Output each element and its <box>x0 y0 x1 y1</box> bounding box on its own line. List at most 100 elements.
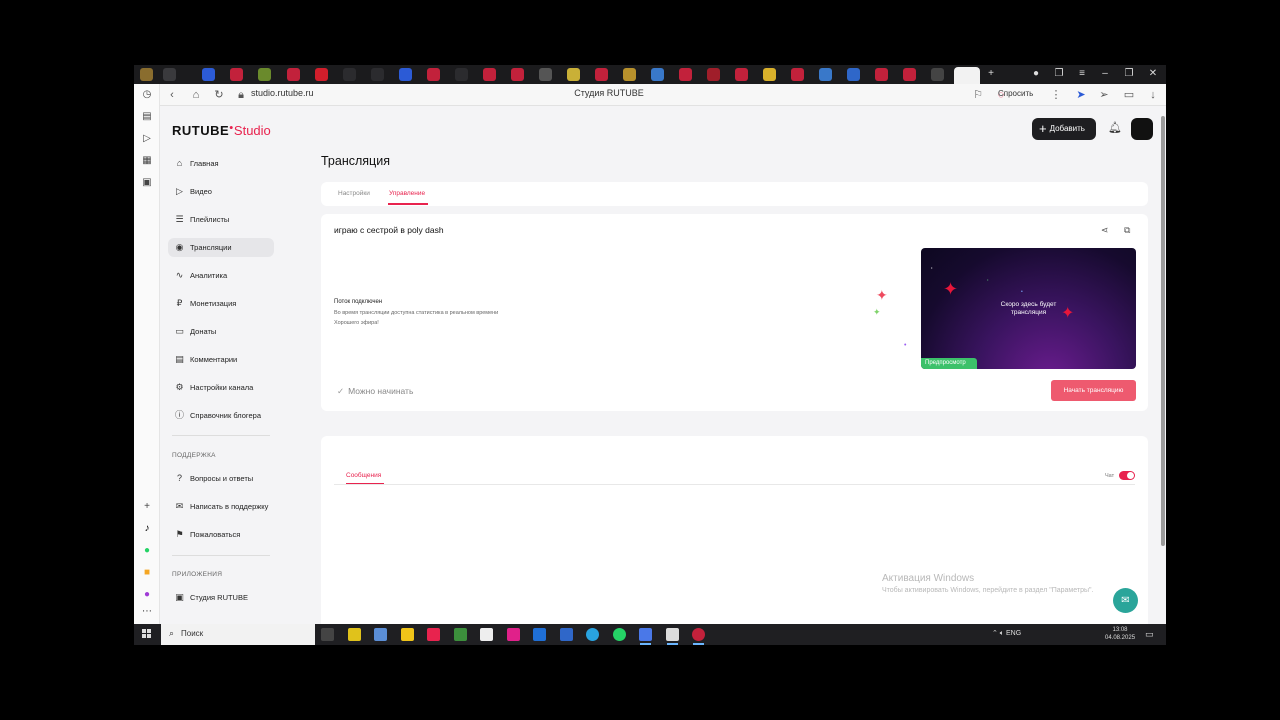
bookmark-icon[interactable]: ⚐ <box>971 88 985 102</box>
tab-favicon[interactable] <box>707 68 720 81</box>
rutube-studio-logo[interactable]: RUTUBE●Studio <box>172 123 271 138</box>
tab-favicon[interactable] <box>399 68 412 81</box>
close-icon[interactable]: ✕ <box>1146 67 1160 81</box>
tab-favicon[interactable] <box>651 68 664 81</box>
tab-favicon[interactable] <box>483 68 496 81</box>
restore-icon[interactable]: ❐ <box>1122 67 1136 81</box>
tab-favicon[interactable] <box>539 68 552 81</box>
minimize-icon[interactable]: – <box>1098 67 1112 81</box>
tabs-icon[interactable]: ❐ <box>1052 67 1066 81</box>
tab-favicon[interactable] <box>595 68 608 81</box>
tab-favicon[interactable] <box>287 68 300 81</box>
sidebar-item-comments[interactable]: ▤ Комментарии <box>168 350 274 369</box>
share-icon[interactable]: ⋖ <box>1101 225 1109 236</box>
download-icon[interactable]: ↓ <box>1146 88 1160 102</box>
tab-messages[interactable]: Сообщения <box>346 472 381 479</box>
chat-toggle[interactable] <box>1119 471 1135 480</box>
whatsapp-icon[interactable]: ● <box>141 545 153 557</box>
add-button[interactable]: + Добавить <box>1032 118 1096 140</box>
clock[interactable]: 13:08 04.08.2025 <box>1105 626 1135 642</box>
profile-icon[interactable]: ● <box>1029 67 1043 81</box>
system-tray[interactable]: ⌃ 🔈︎ ENG <box>992 629 1021 638</box>
tab-favicon[interactable] <box>258 68 271 81</box>
screen-icon[interactable]: ▣ <box>141 177 153 189</box>
tab-settings[interactable]: Настройки <box>338 190 370 197</box>
sidebar-item-video[interactable]: ▷ Видео <box>168 182 274 201</box>
start-stream-button[interactable]: Начать трансляцию <box>1051 380 1136 401</box>
more-icon[interactable]: ⋮ <box>1049 88 1063 102</box>
task-view-icon[interactable] <box>321 628 334 641</box>
taskbar-app-icon[interactable] <box>533 628 546 641</box>
tab-favicon[interactable] <box>763 68 776 81</box>
sidebar-item-monetization[interactable]: ₽ Монетизация <box>168 294 274 313</box>
sidebar-item-info[interactable]: ⓘ Справочник блогера <box>168 406 274 425</box>
tab-favicon[interactable] <box>371 68 384 81</box>
calendar-icon[interactable]: ▦ <box>141 155 153 167</box>
sidebar-item-question[interactable]: ? Вопросы и ответы <box>168 469 274 488</box>
tab-favicon[interactable] <box>931 68 944 81</box>
external-link-icon[interactable]: ⧉ <box>1124 225 1130 236</box>
media-icon[interactable]: ▷ <box>141 133 153 145</box>
tab-favicon[interactable] <box>735 68 748 81</box>
tab-favicon[interactable] <box>791 68 804 81</box>
tiktok-icon[interactable]: ♪ <box>141 523 153 535</box>
sidebar-item-analytics[interactable]: ∿ Аналитика <box>168 266 274 285</box>
tab-favicon[interactable] <box>819 68 832 81</box>
tab-favicon[interactable] <box>343 68 356 81</box>
telegram-icon[interactable] <box>586 628 599 641</box>
ask-button[interactable]: Спросить <box>998 89 1033 98</box>
whatsapp-icon[interactable] <box>613 628 626 641</box>
tab-favicon[interactable] <box>140 68 153 81</box>
stream-preview[interactable]: ✦ ✦ • • • Скоро здесь будет трансляция П… <box>921 248 1136 369</box>
taskbar-app-icon[interactable] <box>348 628 361 641</box>
tab-favicon[interactable] <box>455 68 468 81</box>
tab-favicon[interactable] <box>623 68 636 81</box>
sidebar-item-settings[interactable]: ⚙ Настройки канала <box>168 378 274 397</box>
taskbar-search[interactable]: ⌕ Поиск <box>161 624 315 645</box>
tab-favicon[interactable] <box>567 68 580 81</box>
mail-app-icon[interactable]: ■ <box>141 567 153 579</box>
history-icon[interactable]: ◷ <box>141 89 153 101</box>
notepad-icon[interactable] <box>480 628 493 641</box>
tab-favicon[interactable] <box>202 68 215 81</box>
sidebar-item-donations[interactable]: ▭ Донаты <box>168 322 274 341</box>
tab-favicon[interactable] <box>511 68 524 81</box>
notifications-icon[interactable]: ▭ <box>1145 629 1154 640</box>
menu-icon[interactable]: ≡ <box>1075 67 1089 81</box>
sidebar-item-playlist[interactable]: ☰ Плейлисты <box>168 210 274 229</box>
taskbar-app-icon[interactable] <box>692 628 705 645</box>
taskbar-app-icon[interactable] <box>374 628 387 641</box>
avatar[interactable] <box>1131 118 1153 140</box>
tab-favicon[interactable] <box>163 68 176 81</box>
taskbar-app-icon[interactable] <box>454 628 467 641</box>
tab-active-rutube-studio[interactable] <box>954 67 980 84</box>
tab-favicon[interactable] <box>903 68 916 81</box>
taskbar-app-icon[interactable] <box>507 628 520 641</box>
tab-favicon[interactable] <box>875 68 888 81</box>
send-icon[interactable]: ➤ <box>1074 88 1088 102</box>
bell-icon[interactable]: 🔔︎ <box>1108 121 1122 134</box>
help-chat-button[interactable]: ✉ <box>1113 588 1138 613</box>
sidebar-item-home[interactable]: ⌂ Главная <box>168 154 274 173</box>
sidebar-item-broadcast[interactable]: ◉ Трансляции <box>168 238 274 257</box>
taskbar-app-icon[interactable] <box>639 628 652 645</box>
scrollbar-thumb[interactable] <box>1161 116 1165 546</box>
explorer-icon[interactable] <box>401 628 414 641</box>
sidebar-item-app[interactable]: ▣ Студия RUTUBE <box>168 588 274 607</box>
collections-icon[interactable]: ▭ <box>1122 88 1136 102</box>
notes-icon[interactable]: ▤ <box>141 111 153 123</box>
share-icon[interactable]: ➢ <box>1097 88 1111 102</box>
taskbar-app-icon[interactable] <box>560 628 573 641</box>
sidebar-item-flag[interactable]: ⚑ Пожаловаться <box>168 525 274 544</box>
new-tab-icon[interactable]: + <box>984 67 998 81</box>
add-icon[interactable]: + <box>141 501 153 513</box>
alice-icon[interactable]: ● <box>141 589 153 601</box>
tab-favicon[interactable] <box>679 68 692 81</box>
yandex-icon[interactable] <box>427 628 440 641</box>
windows-start-icon[interactable] <box>142 629 152 639</box>
tab-control[interactable]: Управление <box>389 190 425 197</box>
scrollbar[interactable] <box>1160 106 1166 632</box>
yandex-browser-icon[interactable] <box>666 628 679 645</box>
more-icon[interactable]: ⋯ <box>141 606 153 618</box>
tab-favicon[interactable] <box>315 68 328 81</box>
